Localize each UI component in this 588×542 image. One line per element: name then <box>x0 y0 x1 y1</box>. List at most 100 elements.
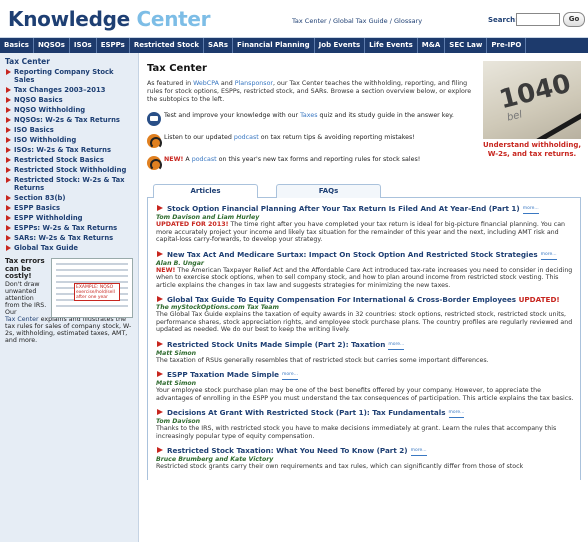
sidebar-item[interactable]: Restricted Stock Basics <box>5 156 134 164</box>
nav-restricted-stock[interactable]: Restricted Stock <box>130 38 205 53</box>
pen-image <box>536 103 581 139</box>
list-item: Restricted Stock Units Made Simple (Part… <box>156 340 574 365</box>
more-link[interactable]: more... <box>522 204 539 214</box>
promo-text-continued: Tax Center explains and illustrates the … <box>5 315 132 344</box>
headphones-icon <box>147 134 162 149</box>
list-item: Decisions At Grant With Restricted Stock… <box>156 408 574 440</box>
tax-form-image[interactable]: EXAMPLE: NQSO exercise/hold/sell after o… <box>51 258 133 318</box>
quiz-book-icon <box>147 112 161 126</box>
sidebar-item[interactable]: NQSOs: W-2s & Tax Returns <box>5 116 134 124</box>
nav-basics[interactable]: Basics <box>0 38 34 53</box>
article-author: The myStockOptions.com Tax Team <box>156 304 279 311</box>
articles-list: Stock Option Financial Planning After Yo… <box>147 198 581 480</box>
sidebar-item[interactable]: SARs: W-2s & Tax Returns <box>5 234 134 242</box>
sidebar-item[interactable]: Restricted Stock Withholding <box>5 166 134 174</box>
article-description: The Global Tax Guide explains the taxati… <box>156 311 573 333</box>
breadcrumb-global-tax-guide[interactable]: Global Tax Guide <box>333 17 388 25</box>
promo-link[interactable]: Tax Center <box>5 316 39 323</box>
nav-isos[interactable]: ISOs <box>70 38 97 53</box>
sidebar-item[interactable]: ESPP Withholding <box>5 214 134 222</box>
sidebar-item[interactable]: ESPP Basics <box>5 204 134 212</box>
article-title-link[interactable]: Stock Option Financial Planning After Yo… <box>167 204 520 213</box>
intro-text: As featured in WebCPA and Plansponsor, o… <box>147 80 472 103</box>
nav-pre-ipo[interactable]: Pre-IPO <box>487 38 527 53</box>
sidebar-item[interactable]: Global Tax Guide <box>5 244 134 252</box>
article-author: Bruce Brumberg and Kate Victory <box>156 456 274 463</box>
article-title-link[interactable]: Restricted Stock Units Made Simple (Part… <box>167 340 385 349</box>
more-link[interactable]: more... <box>282 370 298 380</box>
sidebar-list: Reporting Company Stock Sales Tax Change… <box>5 68 134 252</box>
sidebar-item[interactable]: ISO Withholding <box>5 136 134 144</box>
site-logo[interactable]: Knowledge Center <box>8 7 211 31</box>
article-description: The American Taxpayer Relief Act and the… <box>156 266 573 289</box>
sidebar-item[interactable]: Restricted Stock: W-2s & Tax Returns <box>5 176 134 192</box>
tab-articles[interactable]: Articles <box>153 184 258 198</box>
main-content: Tax Center As featured in WebCPA and Pla… <box>139 53 587 542</box>
nav-financial-planning[interactable]: Financial Planning <box>233 38 315 53</box>
sidebar-item[interactable]: Tax Changes 2003–2013 <box>5 86 134 94</box>
search-input[interactable] <box>516 13 560 26</box>
sidebar-title: Tax Center <box>5 57 50 66</box>
tax-errors-promo: Tax errors can be costly! Don't draw unw… <box>5 257 134 398</box>
article-description: Your employee stock purchase plan may be… <box>156 387 574 402</box>
content-tabs: Articles FAQs <box>147 184 581 198</box>
nav-ma[interactable]: M&A <box>418 38 446 53</box>
logo-word-center: Center <box>136 7 211 31</box>
nav-espps[interactable]: ESPPs <box>97 38 130 53</box>
article-title-link[interactable]: ESPP Taxation Made Simple <box>167 370 279 379</box>
sidebar-item[interactable]: Section 83(b) <box>5 194 134 202</box>
tax-form-example-label: EXAMPLE: NQSO exercise/hold/sell after o… <box>74 283 120 301</box>
sidebar-item[interactable]: NQSO Basics <box>5 96 134 104</box>
nav-life-events[interactable]: Life Events <box>365 38 418 53</box>
headphones-icon <box>147 156 162 171</box>
logo-word-knowledge: Knowledge <box>8 7 130 31</box>
search-label: Search: <box>488 16 518 24</box>
article-update-badge: UPDATED FOR 2013! <box>156 221 229 228</box>
sidebar-item[interactable]: ISOs: W-2s & Tax Returns <box>5 146 134 154</box>
article-title-link[interactable]: Decisions At Grant With Restricted Stock… <box>167 408 446 417</box>
site-header: Knowledge Center Tax Center / Global Tax… <box>0 0 588 38</box>
nav-sars[interactable]: SARs <box>204 38 234 53</box>
more-link[interactable]: more... <box>540 250 557 260</box>
article-updated-badge: UPDATED! <box>518 295 560 304</box>
podcast-link[interactable]: podcast <box>234 134 259 141</box>
more-link[interactable]: more... <box>388 340 405 350</box>
feature-caption: Understand withholding, W-2s, and tax re… <box>483 141 581 158</box>
article-author: Tom Davison <box>156 418 201 425</box>
sidebar-item[interactable]: Reporting Company Stock Sales <box>5 68 134 84</box>
article-description: The taxation of RSUs generally resembles… <box>156 356 489 364</box>
plansponsor-link[interactable]: Plansponsor <box>235 80 273 87</box>
promo-text: Don't draw unwanted attention from the I… <box>5 280 47 316</box>
webcpa-link[interactable]: WebCPA <box>193 80 219 87</box>
more-link[interactable]: more... <box>410 446 427 456</box>
podcast-row: Listen to our updated podcast on tax ret… <box>147 134 477 149</box>
more-link[interactable]: more... <box>448 408 465 418</box>
sidebar-item[interactable]: ISO Basics <box>5 126 134 134</box>
article-title-link[interactable]: New Tax Act And Medicare Surtax: Impact … <box>167 250 538 259</box>
article-author: Matt Simon <box>156 380 197 387</box>
breadcrumb-glossary[interactable]: Glossary <box>394 17 422 25</box>
list-item: Stock Option Financial Planning After Yo… <box>156 204 574 244</box>
article-title-link[interactable]: Global Tax Guide To Equity Compensation … <box>167 295 516 304</box>
article-author: Alan B. Ungar <box>156 259 204 267</box>
tab-faqs[interactable]: FAQs <box>276 184 381 198</box>
breadcrumb-tax-center[interactable]: Tax Center <box>292 17 327 25</box>
article-new-badge: NEW! <box>156 266 176 274</box>
new-badge: NEW! <box>164 156 184 163</box>
taxes-quiz-link[interactable]: Taxes <box>300 112 317 119</box>
sidebar-item[interactable]: NQSO Withholding <box>5 106 134 114</box>
sidebar-item[interactable]: ESPPs: W-2s & Tax Returns <box>5 224 134 232</box>
tax-form-1040-image: 1040 bel <box>483 61 581 139</box>
form-1040-label-text: bel <box>505 109 524 124</box>
article-description: Thanks to the IRS, with restricted stock… <box>156 425 557 440</box>
new-podcast-link[interactable]: podcast <box>192 156 217 163</box>
nav-sec-law[interactable]: SEC Law <box>445 38 488 53</box>
nav-nqsos[interactable]: NQSOs <box>34 38 70 53</box>
feature-promo[interactable]: 1040 bel Understand withholding, W-2s, a… <box>483 61 581 175</box>
promo-title: Tax errors can be costly! <box>5 257 45 280</box>
list-item: ESPP Taxation Made Simple more... Matt Si… <box>156 370 574 402</box>
go-button[interactable]: Go <box>563 12 585 27</box>
nav-job-events[interactable]: Job Events <box>315 38 366 53</box>
article-author: Matt Simon <box>156 349 197 357</box>
article-title-link[interactable]: Restricted Stock Taxation: What You Need… <box>167 446 408 455</box>
